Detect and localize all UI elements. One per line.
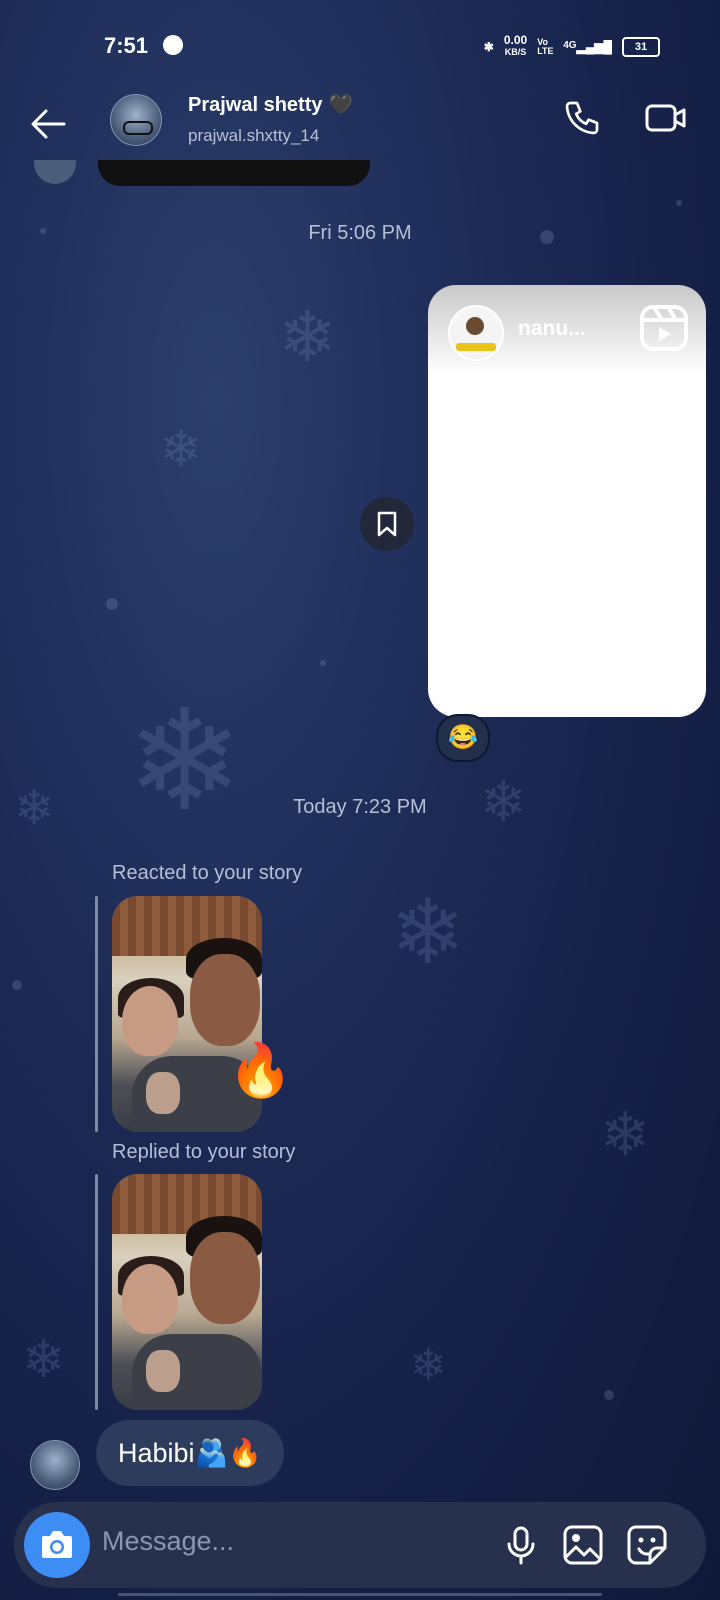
phone-call-icon[interactable] <box>562 98 602 138</box>
sender-avatar <box>34 160 76 184</box>
story-reaction-label: Reacted to your story <box>112 862 303 884</box>
message-bubble[interactable]: Habibi🫂🔥 <box>96 1420 284 1486</box>
volte-indicator: Vo LTE <box>537 36 554 56</box>
ongoing-call-icon <box>163 35 183 55</box>
bokeh-dot <box>106 598 118 610</box>
bluetooth-icon: ✱ <box>483 39 494 54</box>
timestamp: Fri 5:06 PM <box>308 222 412 244</box>
shared-reel-card[interactable]: nanu... <box>428 285 706 717</box>
timestamp: Today 7:23 PM <box>293 796 427 818</box>
signal-icon: 4G▂▄▆█ <box>563 39 612 54</box>
message-reaction[interactable]: 😂 <box>436 714 490 762</box>
snowflake-decoration: ❄ <box>22 1330 66 1390</box>
reel-author-name[interactable]: nanu... <box>518 317 586 341</box>
snowflake-decoration: ❄ <box>278 296 337 378</box>
story-reaction-emoji: 🔥 <box>228 1042 293 1100</box>
bokeh-dot <box>604 1390 614 1400</box>
snowflake-decoration: ❄ <box>390 880 466 985</box>
chat-header: Prajwal shetty 🖤 prajwal.shxtty_14 <box>0 90 720 170</box>
sticker-icon[interactable] <box>624 1522 670 1568</box>
status-icons: ✱ 0.00 KB/S Vo LTE 4G▂▄▆█ 31 <box>483 33 660 58</box>
snowflake-decoration: ❄ <box>410 1340 447 1391</box>
story-reply-label: Replied to your story <box>112 1141 296 1163</box>
reels-icon <box>640 305 688 351</box>
contact-name[interactable]: Prajwal shetty 🖤 <box>188 92 353 117</box>
story-thumbnail[interactable] <box>112 1174 262 1410</box>
bookmark-icon <box>377 511 397 537</box>
previous-message-media[interactable] <box>98 160 370 186</box>
quote-line <box>95 1174 98 1410</box>
contact-avatar[interactable] <box>110 94 162 146</box>
message-input[interactable]: Message... <box>102 1526 234 1557</box>
quote-line <box>95 896 98 1132</box>
nav-handle <box>118 1593 602 1596</box>
video-call-icon[interactable] <box>644 98 688 138</box>
battery-icon: 31 <box>622 36 660 57</box>
microphone-icon[interactable] <box>498 1522 544 1568</box>
camera-icon <box>42 1531 72 1558</box>
sender-avatar[interactable] <box>30 1440 80 1490</box>
net-speed: 0.00 KB/S <box>503 33 528 57</box>
snowflake-decoration: ❄ <box>600 1100 651 1170</box>
status-bar: 7:51 ✱ 0.00 KB/S Vo LTE 4G▂▄▆█ 31 <box>0 0 720 90</box>
reel-author-avatar[interactable] <box>448 305 504 361</box>
bokeh-dot <box>320 660 326 666</box>
message-composer: Message... <box>14 1502 706 1588</box>
bokeh-dot <box>12 980 22 990</box>
bokeh-dot <box>676 200 682 206</box>
save-bookmark-button[interactable] <box>360 497 414 551</box>
back-arrow-icon[interactable] <box>26 102 70 146</box>
snowflake-decoration: ❄ <box>160 420 202 478</box>
gallery-icon[interactable] <box>560 1522 606 1568</box>
status-time: 7:51 <box>104 33 149 58</box>
contact-username[interactable]: prajwal.shxtty_14 <box>188 126 319 146</box>
camera-button[interactable] <box>24 1512 90 1578</box>
